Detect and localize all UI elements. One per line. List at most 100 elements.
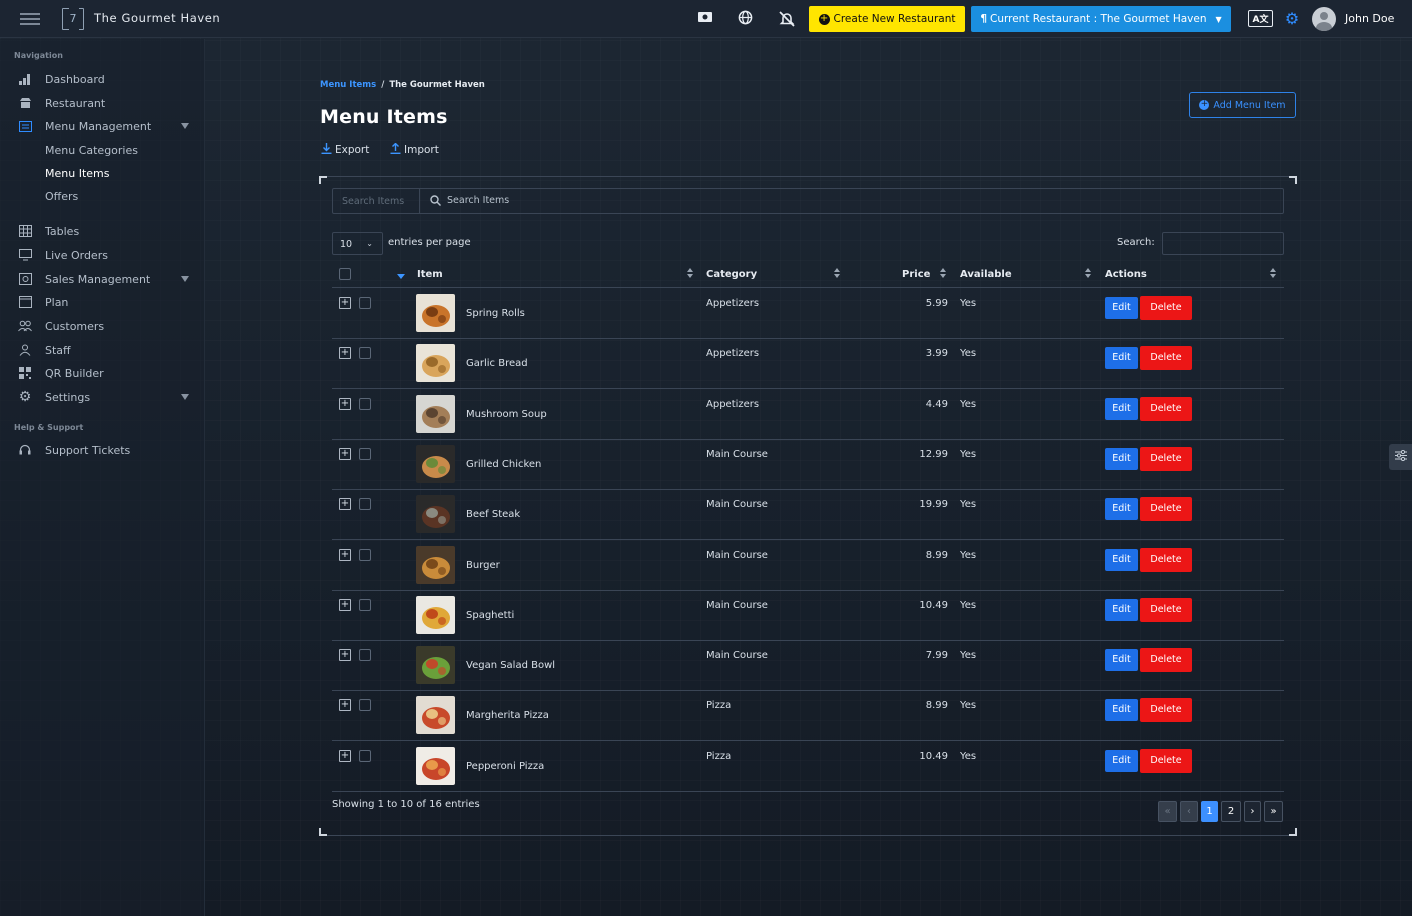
delete-button[interactable]: Delete: [1140, 397, 1192, 421]
edit-button[interactable]: Edit: [1105, 750, 1138, 772]
export-button[interactable]: Export: [321, 143, 369, 157]
sidebar-item-dashboard[interactable]: Dashboard: [0, 68, 205, 90]
expand-row-icon[interactable]: +: [339, 649, 351, 661]
edit-button[interactable]: Edit: [1105, 347, 1138, 369]
sidebar-item-menu-items[interactable]: Menu Items: [0, 162, 205, 184]
sidebar-item-live-orders[interactable]: Live Orders: [0, 244, 205, 266]
prev-page-button[interactable]: ‹: [1180, 801, 1198, 822]
edit-button[interactable]: Edit: [1105, 699, 1138, 721]
search-button[interactable]: Search Items: [420, 189, 509, 213]
column-header-item[interactable]: Item: [417, 269, 443, 280]
row-checkbox[interactable]: [359, 649, 371, 661]
sort-icon[interactable]: [687, 268, 694, 280]
sidebar-item-tables[interactable]: Tables: [0, 220, 205, 242]
row-checkbox[interactable]: [359, 297, 371, 309]
row-checkbox[interactable]: [359, 498, 371, 510]
expand-row-icon[interactable]: +: [339, 297, 351, 309]
language-switch-icon[interactable]: A文: [1248, 10, 1273, 27]
sidebar-item-staff[interactable]: Staff: [0, 339, 205, 361]
chevron-down-icon: ⌄: [366, 239, 373, 248]
current-restaurant-dropdown[interactable]: ¶ Current Restaurant : The Gourmet Haven…: [971, 6, 1231, 32]
column-header-actions[interactable]: Actions: [1105, 269, 1147, 280]
delete-button[interactable]: Delete: [1140, 598, 1192, 622]
import-button[interactable]: Import: [390, 142, 439, 157]
next-page-button[interactable]: ›: [1244, 801, 1261, 822]
sidebar-item-offers[interactable]: Offers: [0, 185, 205, 207]
row-checkbox[interactable]: [359, 549, 371, 561]
edit-button[interactable]: Edit: [1105, 599, 1138, 621]
select-all-checkbox[interactable]: [339, 268, 351, 280]
edit-button[interactable]: Edit: [1105, 649, 1138, 671]
edit-button[interactable]: Edit: [1105, 398, 1138, 420]
column-header-available[interactable]: Available: [960, 269, 1012, 280]
row-checkbox[interactable]: [359, 750, 371, 762]
notification-off-icon[interactable]: [778, 10, 796, 28]
sort-desc-icon[interactable]: [397, 274, 405, 279]
last-page-button[interactable]: »: [1264, 801, 1283, 822]
sidebar-item-label: Customers: [45, 319, 105, 333]
sidebar-item-plan[interactable]: Plan: [0, 291, 205, 313]
hamburger-menu-icon[interactable]: [20, 13, 40, 25]
row-checkbox[interactable]: [359, 347, 371, 359]
sliders-icon[interactable]: [1389, 444, 1412, 470]
delete-button[interactable]: Delete: [1140, 296, 1192, 320]
search-input[interactable]: Search Items: [333, 189, 420, 213]
item-thumbnail: [416, 344, 455, 382]
create-restaurant-button[interactable]: + Create New Restaurant: [809, 6, 965, 32]
table-search-input[interactable]: [1162, 232, 1284, 255]
settings-gear-icon[interactable]: ⚙: [1283, 10, 1301, 28]
sort-icon[interactable]: [1270, 268, 1277, 280]
delete-button[interactable]: Delete: [1140, 497, 1192, 521]
sidebar-item-support-tickets[interactable]: Support Tickets: [0, 439, 205, 461]
sidebar-item-menu-categories[interactable]: Menu Categories: [0, 139, 205, 161]
expand-row-icon[interactable]: +: [339, 750, 351, 762]
item-category: Main Course: [706, 550, 768, 561]
sidebar-item-menu-management[interactable]: Menu Management: [0, 115, 205, 137]
breadcrumb-link-menu-items[interactable]: Menu Items: [320, 80, 376, 90]
screen-icon[interactable]: [696, 10, 714, 28]
avatar[interactable]: [1312, 7, 1336, 31]
user-name[interactable]: John Doe: [1345, 12, 1394, 25]
globe-icon[interactable]: [736, 10, 754, 28]
first-page-button[interactable]: «: [1158, 801, 1177, 822]
expand-row-icon[interactable]: +: [339, 549, 351, 561]
row-checkbox[interactable]: [359, 398, 371, 410]
row-checkbox[interactable]: [359, 599, 371, 611]
user-icon: [18, 343, 32, 357]
item-thumbnail: [416, 495, 455, 533]
item-available: Yes: [960, 348, 977, 359]
sort-icon[interactable]: [834, 268, 841, 280]
sidebar-item-qr-builder[interactable]: QR Builder: [0, 362, 205, 384]
row-checkbox[interactable]: [359, 699, 371, 711]
delete-button[interactable]: Delete: [1140, 548, 1192, 572]
page-size-select[interactable]: 10 ⌄: [332, 232, 383, 255]
sidebar-item-customers[interactable]: Customers: [0, 315, 205, 337]
expand-row-icon[interactable]: +: [339, 599, 351, 611]
add-menu-item-button[interactable]: + Add Menu Item: [1189, 92, 1296, 118]
column-header-category[interactable]: Category: [706, 269, 757, 280]
expand-row-icon[interactable]: +: [339, 398, 351, 410]
row-checkbox[interactable]: [359, 448, 371, 460]
sidebar-item-sales-management[interactable]: Sales Management: [0, 268, 205, 290]
sidebar-item-restaurant[interactable]: Restaurant: [0, 92, 205, 114]
expand-row-icon[interactable]: +: [339, 498, 351, 510]
delete-button[interactable]: Delete: [1140, 698, 1192, 722]
page-1-button[interactable]: 1: [1201, 801, 1218, 822]
edit-button[interactable]: Edit: [1105, 448, 1138, 470]
expand-row-icon[interactable]: +: [339, 699, 351, 711]
column-header-price[interactable]: Price: [902, 269, 930, 280]
delete-button[interactable]: Delete: [1140, 346, 1192, 370]
delete-button[interactable]: Delete: [1140, 447, 1192, 471]
edit-button[interactable]: Edit: [1105, 549, 1138, 571]
sort-icon[interactable]: [940, 268, 947, 280]
expand-row-icon[interactable]: +: [339, 347, 351, 359]
page-2-button[interactable]: 2: [1221, 801, 1241, 822]
sidebar-item-settings[interactable]: ⚙ Settings: [0, 386, 205, 408]
delete-button[interactable]: Delete: [1140, 648, 1192, 672]
edit-button[interactable]: Edit: [1105, 498, 1138, 520]
delete-button[interactable]: Delete: [1140, 749, 1192, 773]
sort-icon[interactable]: [1085, 268, 1092, 280]
edit-button[interactable]: Edit: [1105, 297, 1138, 319]
expand-row-icon[interactable]: +: [339, 448, 351, 460]
chevron-down-icon: [181, 276, 189, 282]
